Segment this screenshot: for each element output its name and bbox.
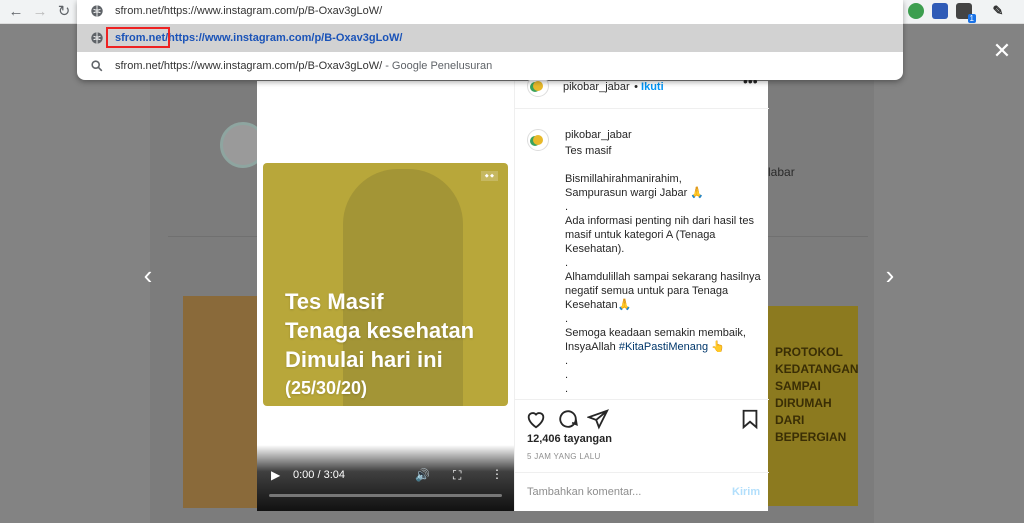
post-timestamp: 5 JAM YANG LALU: [527, 452, 601, 461]
forward-icon[interactable]: →: [30, 2, 50, 22]
header-username[interactable]: pikobar_jabar: [563, 81, 630, 93]
caption-line: .: [565, 313, 569, 325]
caption-hashtag[interactable]: #KitaPastiMenang: [619, 341, 708, 353]
video-progress-bar[interactable]: [269, 494, 502, 497]
post-caption: Tes masif Bismillahirahmanirahim, Sampur…: [565, 144, 763, 396]
globe-icon: [91, 32, 103, 44]
next-post-arrow-icon[interactable]: ›: [880, 260, 900, 291]
caption-avatar[interactable]: [527, 129, 549, 151]
back-icon[interactable]: ←: [6, 2, 26, 22]
volume-icon[interactable]: 🔊: [415, 468, 430, 482]
bookmark-icon[interactable]: [739, 408, 761, 430]
caption-line-last: Semoga keadaan semakin membaik, InsyaAll…: [565, 326, 763, 354]
address-bar-text[interactable]: sfrom.net/https://www.instagram.com/p/B-…: [115, 5, 382, 17]
previous-post-arrow-icon[interactable]: ‹: [138, 260, 158, 291]
video-title-text: Tes Masif Tenaga kesehatan Dimulai hari …: [285, 287, 474, 403]
close-icon[interactable]: ✕: [990, 38, 1014, 64]
video-title-line-4: (25/30/20): [285, 378, 368, 398]
background-profile-name: labar: [768, 165, 795, 179]
extension-pen-icon[interactable]: ✎: [990, 3, 1006, 19]
fullscreen-icon[interactable]: ⛶: [453, 468, 461, 483]
caption-line: Sampurasun wargi Jabar 🙏: [565, 187, 705, 199]
share-send-icon[interactable]: [587, 408, 609, 430]
video-title-line-1: Tes Masif: [285, 289, 384, 314]
background-post-right-text: PROTOKOL KEDATANGAN SAMPAI DIRUMAH DARI …: [775, 345, 859, 444]
caption-line: Ada informasi penting nih dari hasil tes…: [565, 215, 754, 255]
video-title-line-3: Dimulai hari ini: [285, 347, 443, 372]
caption-line: Tes masif: [565, 145, 612, 157]
caption-username[interactable]: pikobar_jabar: [565, 129, 632, 141]
post-comment-button[interactable]: Kirim: [732, 486, 760, 498]
post-details: pikobar_jabar • Ikuti ••• pikobar_jabar …: [514, 73, 769, 511]
caption-dot: .: [565, 355, 569, 367]
comment-icon[interactable]: [557, 408, 579, 430]
extension-badge-icon[interactable]: 1: [956, 3, 976, 23]
suggestion-row-2[interactable]: sfrom.net/https://www.instagram.com/p/B-…: [77, 52, 903, 80]
caption-line: Alhamdulillah sampai sekarang hasilnya n…: [565, 271, 761, 311]
caption-line: .: [565, 201, 569, 213]
extension-green-icon[interactable]: [908, 3, 924, 19]
extension-badge-count: 1: [967, 14, 976, 23]
video-controls: ▶ 0:00 / 3:04 🔊 ⛶ ⋮: [257, 445, 514, 511]
suggestion-text: sfrom.net/https://www.instagram.com/p/B-…: [115, 60, 383, 72]
comment-input[interactable]: Tambahkan komentar...: [527, 486, 641, 498]
globe-icon: [91, 5, 103, 17]
post-video[interactable]: ◆ ◆ Tes Masif Tenaga kesehatan Dimulai h…: [263, 163, 508, 406]
address-bar-dropdown: sfrom.net/https://www.instagram.com/p/B-…: [77, 0, 903, 80]
play-icon[interactable]: ▶: [271, 468, 280, 482]
more-options-icon[interactable]: ⋮: [491, 467, 503, 481]
caption-line: Bismillahirahmanirahim,: [565, 173, 682, 185]
like-heart-icon[interactable]: [525, 408, 547, 430]
post-media: ◆ ◆ Tes Masif Tenaga kesehatan Dimulai h…: [257, 81, 514, 511]
video-title-line-2: Tenaga kesehatan: [285, 318, 475, 343]
caption-dot: .: [565, 369, 569, 381]
search-icon: [91, 60, 103, 72]
suggestion-text-wrap: sfrom.net/https://www.instagram.com/p/B-…: [115, 60, 492, 72]
view-count[interactable]: 12,406 tayangan: [527, 433, 612, 445]
background-post-left[interactable]: [183, 296, 257, 508]
caption-line: .: [565, 257, 569, 269]
highlight-box: [106, 27, 170, 48]
suggestion-row-1[interactable]: sfrom.net/https://www.instagram.com/p/B-…: [77, 24, 903, 52]
follow-button[interactable]: Ikuti: [641, 81, 664, 93]
suggestion-suffix: - Google Penelusuran: [382, 60, 493, 72]
post-header: pikobar_jabar • Ikuti •••: [515, 73, 769, 109]
address-bar[interactable]: sfrom.net/https://www.instagram.com/p/B-…: [77, 0, 903, 24]
caption-dot: .: [565, 383, 569, 395]
reload-icon[interactable]: ↻: [54, 2, 74, 22]
video-time: 0:00 / 3:04: [293, 469, 345, 481]
header-separator: •: [634, 81, 642, 93]
card-logo: ◆ ◆: [480, 171, 498, 181]
comment-box: Tambahkan komentar... Kirim: [515, 472, 769, 511]
pointing-hand-icon: 👆: [711, 341, 725, 353]
extension-blue-icon[interactable]: [932, 3, 948, 19]
